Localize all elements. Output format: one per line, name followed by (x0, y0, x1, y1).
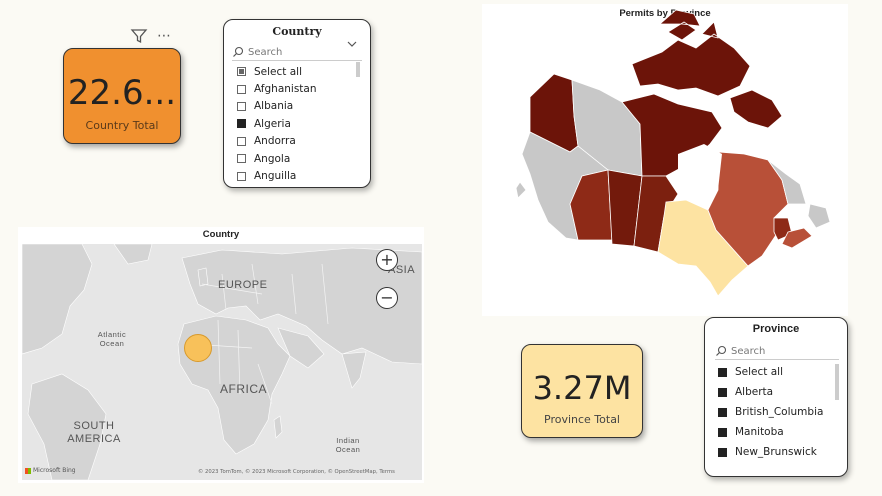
province-slicer-scrollbar[interactable] (835, 364, 839, 400)
landmass-greenland (113, 244, 153, 265)
country-total-value: 22.6... (67, 73, 177, 113)
slicer-item[interactable]: Alberta (718, 382, 847, 402)
slicer-item[interactable]: New_Brunswick (718, 442, 847, 462)
slicer-item[interactable]: Albania (237, 98, 370, 115)
world-map-title: Country (202, 229, 240, 240)
search-icon (233, 46, 244, 57)
country-slicer-scrollbar[interactable] (356, 62, 360, 77)
checkbox[interactable] (237, 154, 246, 164)
label-africa: AFRICA (220, 382, 268, 396)
province-search[interactable]: Search (715, 345, 839, 360)
landmass-india (341, 351, 367, 389)
country-total-card: 22.6... Country Total (63, 48, 181, 144)
slicer-item[interactable]: Anguilla (237, 167, 370, 184)
checkbox[interactable] (718, 427, 727, 437)
country-slicer: Country Search Select all Afghanistan Alba… (223, 19, 371, 188)
slicer-item-label: Algeria (254, 117, 291, 130)
slicer-item-label: British_Columbia (735, 406, 824, 418)
slicer-item[interactable]: British_Columbia (718, 402, 847, 422)
checkbox[interactable] (718, 407, 727, 417)
province-slicer-title: Province (752, 323, 800, 335)
slicer-item-label: New_Brunswick (735, 446, 817, 458)
landmass-uk (197, 267, 209, 287)
province-total-value: 3.27M (532, 369, 632, 407)
checkbox[interactable] (237, 136, 246, 146)
more-options-icon[interactable]: ⋯ (157, 28, 177, 44)
bing-logo: Microsoft Bing (25, 467, 76, 474)
landmass-north-america (22, 244, 93, 355)
country-search-placeholder: Search (248, 46, 283, 58)
label-europe: EUROPE (218, 279, 268, 291)
slicer-item[interactable]: Select all (718, 362, 847, 382)
slicer-item[interactable]: Select all (237, 63, 370, 80)
search-icon (716, 345, 727, 356)
filter-icon[interactable] (130, 27, 148, 45)
slicer-item-label: Alberta (735, 386, 774, 398)
province-search-placeholder: Search (731, 345, 766, 357)
canada-map-visual: Permits by Province (482, 4, 848, 316)
zoom-in-button[interactable]: + (376, 249, 398, 271)
bing-logo-text: Microsoft Bing (33, 467, 76, 474)
country-total-label: Country Total (85, 119, 159, 132)
bing-logo-icon (25, 467, 31, 474)
checkbox[interactable] (237, 84, 246, 94)
slicer-item-label: Select all (735, 366, 783, 378)
slicer-item[interactable]: Afghanistan (237, 80, 370, 97)
slicer-item[interactable]: Manitoba (718, 422, 847, 442)
checkbox[interactable] (237, 67, 246, 77)
checkbox[interactable] (718, 367, 727, 377)
checkbox[interactable] (718, 387, 727, 397)
slicer-item[interactable]: Algeria (237, 115, 370, 132)
label-atlantic-ocean: Atlantic Ocean (97, 330, 127, 348)
checkbox[interactable] (718, 447, 727, 457)
label-south-america: SOUTH AMERICA (67, 420, 121, 445)
label-indian-ocean: Indian Ocean (335, 436, 361, 454)
slicer-item-label: Angola (254, 152, 291, 165)
province-total-label: Province Total (544, 413, 620, 426)
province-total-card: 3.27M Province Total (521, 344, 643, 438)
zoom-out-button[interactable]: − (376, 287, 398, 309)
slicer-item-label: Albania (254, 100, 294, 113)
checkbox[interactable] (237, 171, 246, 181)
slicer-item-label: Andorra (254, 135, 296, 148)
slicer-item-label: Afghanistan (254, 83, 317, 96)
country-search[interactable]: Search (232, 46, 362, 61)
map-bubble-algeria[interactable] (184, 334, 212, 362)
world-map-canvas[interactable]: EUROPE ASIA AFRICA SOUTH AMERICA Atlanti… (22, 244, 422, 480)
slicer-item-label: Select all (254, 65, 302, 78)
slicer-item[interactable]: Andorra (237, 133, 370, 150)
slicer-item[interactable]: Angola (237, 150, 370, 167)
landmass-madagascar (273, 415, 283, 439)
slicer-item-label: Manitoba (735, 426, 784, 438)
world-map-visual: Country EUROPE ASIA AFRICA SOUTH AMERICA… (18, 227, 424, 483)
province-slicer: Province Search Select all Alberta British… (704, 317, 848, 477)
slicer-item-label: Anguilla (254, 170, 297, 183)
checkbox[interactable] (237, 119, 246, 129)
chevron-down-icon[interactable] (346, 34, 358, 47)
checkbox[interactable] (237, 101, 246, 111)
map-attribution[interactable]: © 2023 TomTom, © 2023 Microsoft Corporat… (198, 469, 395, 475)
